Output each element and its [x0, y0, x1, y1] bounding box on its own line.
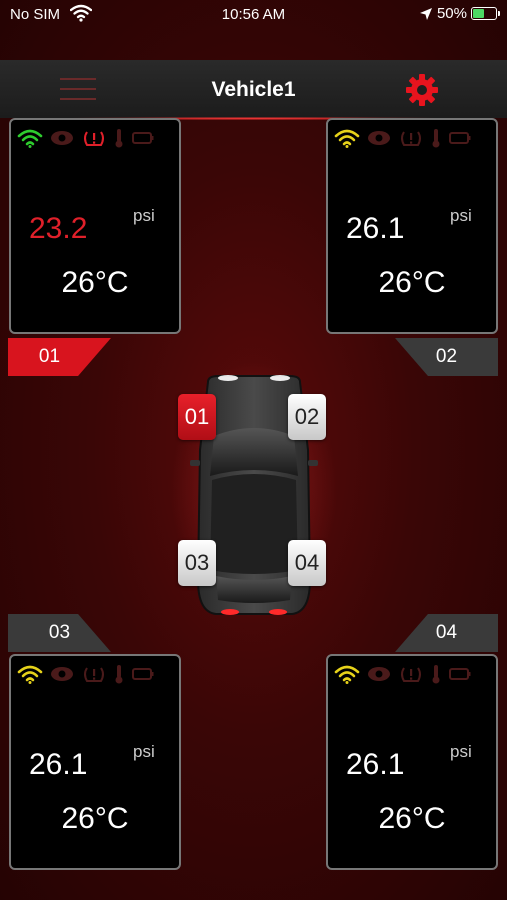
tab-label: 01 [38, 346, 61, 367]
tire-status-icons [334, 664, 472, 684]
battery-low-icon [132, 132, 154, 144]
location-arrow-icon [419, 7, 432, 20]
thermometer-icon [115, 129, 123, 148]
thermometer-icon [432, 665, 440, 684]
tire-pressure-warning-icon [401, 667, 421, 682]
tire-card-03[interactable]: 26.1 psi 26°C [9, 654, 181, 870]
tab-label: 03 [48, 622, 71, 643]
car-badge-04[interactable]: 04 [288, 540, 326, 586]
tab-tire-01[interactable]: 01 [8, 338, 111, 376]
eye-icon [368, 667, 390, 681]
car-top-view-icon [190, 375, 318, 615]
pressure-unit: psi [450, 742, 472, 761]
status-bar: No SIM 10:56 AM 50% [0, 0, 507, 30]
nav-bar: Vehicle1 [0, 60, 507, 120]
tire-status-icons [17, 128, 155, 148]
pressure-value: 26.1 [346, 748, 405, 781]
tire-card-01[interactable]: 23.2 psi 26°C [9, 118, 181, 334]
temperature-value: 26°C [378, 802, 446, 835]
pressure-value: 23.2 [29, 212, 88, 245]
thermometer-icon [115, 665, 123, 684]
car-diagram: 01 02 03 04 [130, 350, 378, 630]
signal-icon [334, 665, 360, 684]
battery-icon [471, 7, 500, 20]
signal-icon [334, 129, 360, 148]
tire-card-04[interactable]: 26.1 psi 26°C [326, 654, 498, 870]
pressure-unit: psi [133, 742, 155, 761]
eye-icon [51, 131, 73, 145]
tab-tire-04[interactable]: 04 [395, 614, 498, 652]
car-badge-03[interactable]: 03 [178, 540, 216, 586]
eye-icon [51, 667, 73, 681]
tire-card-02[interactable]: 26.1 psi 26°C [326, 118, 498, 334]
pressure-unit: psi [133, 206, 155, 225]
tab-tire-03[interactable]: 03 [8, 614, 111, 652]
temperature-value: 26°C [378, 266, 446, 299]
battery-low-icon [132, 668, 154, 680]
tire-pressure-warning-icon [84, 131, 104, 146]
tire-pressure-warning-icon [84, 667, 104, 682]
pressure-value: 26.1 [29, 748, 88, 781]
battery-low-icon [449, 132, 471, 144]
pressure-unit: psi [450, 206, 472, 225]
temperature-value: 26°C [61, 266, 129, 299]
signal-icon [17, 129, 43, 148]
battery-low-icon [449, 668, 471, 680]
tab-label: 04 [435, 622, 458, 643]
gear-icon[interactable] [404, 72, 440, 108]
thermometer-icon [432, 129, 440, 148]
signal-icon [17, 665, 43, 684]
pressure-value: 26.1 [346, 212, 405, 245]
tire-status-icons [17, 664, 155, 684]
status-right: 50% [419, 5, 500, 22]
car-badge-02[interactable]: 02 [288, 394, 326, 440]
tire-pressure-warning-icon [401, 131, 421, 146]
temperature-value: 26°C [61, 802, 129, 835]
tab-tire-02[interactable]: 02 [395, 338, 498, 376]
car-badge-01[interactable]: 01 [178, 394, 216, 440]
tire-status-icons [334, 128, 472, 148]
battery-percent: 50% [436, 5, 467, 22]
eye-icon [368, 131, 390, 145]
tab-label: 02 [435, 346, 458, 367]
